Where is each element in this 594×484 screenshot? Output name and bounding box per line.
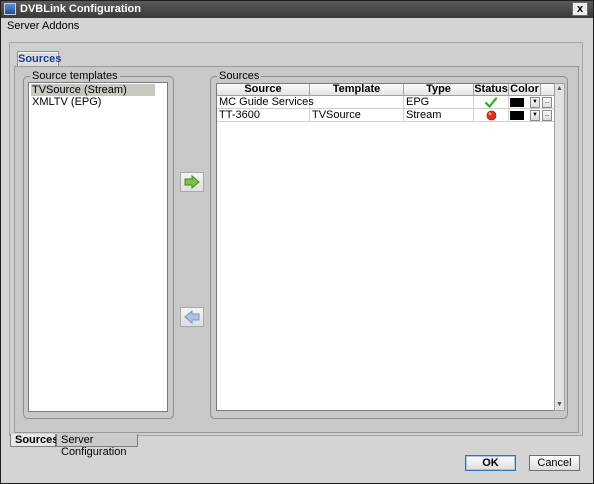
cell-color: ▼ ... <box>509 109 554 122</box>
cell-color: ▼ ... <box>509 96 554 109</box>
check-icon <box>485 97 497 108</box>
tab-server-configuration[interactable]: Server Configuration <box>56 434 138 458</box>
color-browse-button[interactable]: ... <box>542 97 552 108</box>
column-header-type[interactable]: Type <box>404 84 474 96</box>
app-icon <box>4 3 16 15</box>
scroll-up-icon[interactable]: ▲ <box>555 84 564 94</box>
cell-status <box>474 96 509 109</box>
cell-template[interactable]: TVSource <box>310 109 404 122</box>
left-arrow-icon <box>184 310 200 324</box>
color-browse-button[interactable]: ... <box>542 110 552 121</box>
source-templates-legend: Source templates <box>30 70 120 82</box>
color-swatch <box>510 111 524 120</box>
menu-addons[interactable]: Addons <box>42 20 79 32</box>
sources-grid[interactable]: Source Template Type Status Color MC Gui… <box>216 83 555 411</box>
color-dropdown-button[interactable]: ▼ <box>530 110 540 121</box>
column-header-extra <box>541 84 554 96</box>
template-item[interactable]: TVSource (Stream) <box>31 84 155 96</box>
sources-legend: Sources <box>217 70 262 82</box>
column-header-status[interactable]: Status <box>474 84 509 96</box>
menu-server[interactable]: Server <box>7 20 39 32</box>
tab-sources-inner[interactable]: Sources <box>17 51 61 67</box>
column-header-source[interactable]: Source <box>217 84 310 96</box>
column-header-color[interactable]: Color <box>509 84 541 96</box>
ok-button[interactable]: OK <box>465 455 516 471</box>
close-button[interactable]: x <box>572 2 588 16</box>
tab-sources[interactable]: Sources <box>10 434 58 447</box>
source-templates-list[interactable]: TVSource (Stream) XMLTV (EPG) <box>28 82 168 412</box>
red-dot-icon <box>486 110 497 121</box>
cell-type[interactable]: Stream <box>404 109 474 122</box>
window-title: DVBLink Configuration <box>20 3 141 15</box>
remove-source-button[interactable] <box>180 307 204 327</box>
add-source-button[interactable] <box>180 172 204 192</box>
cell-template[interactable] <box>310 96 404 109</box>
color-swatch <box>510 98 524 107</box>
title-bar[interactable]: DVBLink Configuration x <box>1 1 593 18</box>
menu-bar: Server Addons <box>1 18 593 36</box>
template-item[interactable]: XMLTV (EPG) <box>31 96 101 108</box>
cell-source[interactable]: MC Guide Services <box>217 96 314 109</box>
scroll-down-icon[interactable]: ▼ <box>555 400 564 410</box>
cancel-button[interactable]: Cancel <box>529 455 580 471</box>
cell-source[interactable]: TT-3600 <box>217 109 310 122</box>
cell-type[interactable]: EPG <box>404 96 474 109</box>
sources-scrollbar[interactable]: ▲ ▼ <box>554 83 565 411</box>
right-arrow-icon <box>184 175 200 189</box>
color-dropdown-button[interactable]: ▼ <box>530 97 540 108</box>
column-header-template[interactable]: Template <box>310 84 404 96</box>
cell-status <box>474 109 509 122</box>
